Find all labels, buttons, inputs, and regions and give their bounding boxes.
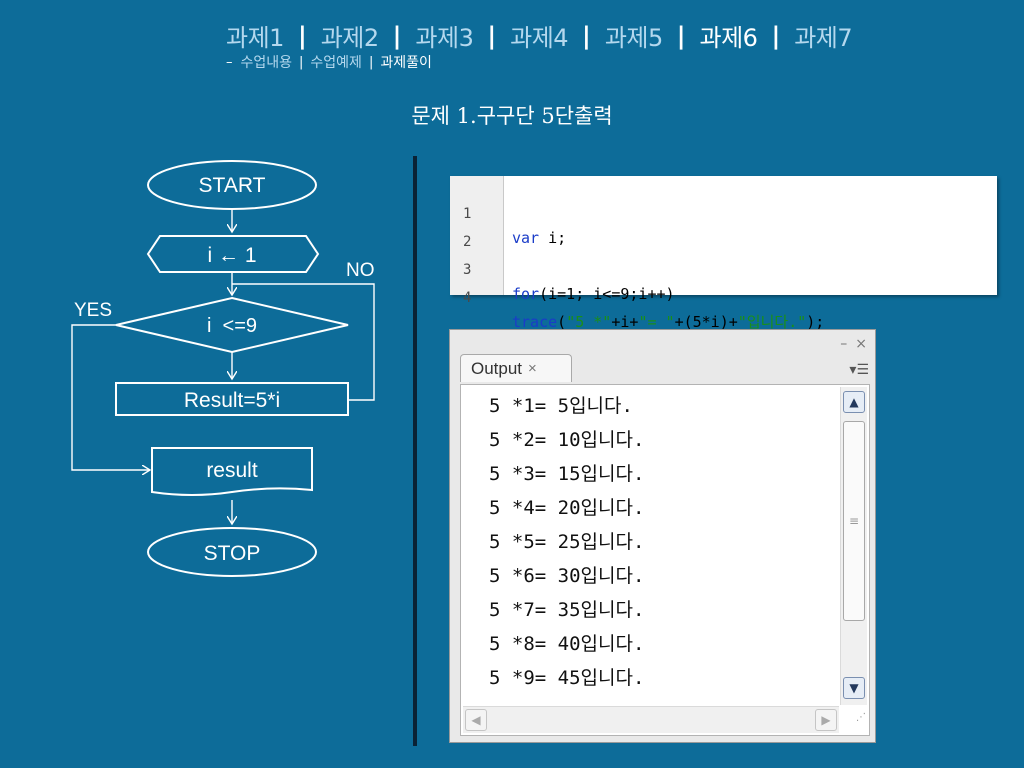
minimize-button[interactable]: –: [840, 336, 847, 352]
nav-tab-3[interactable]: 과제3: [415, 18, 473, 53]
yes-branch-arrow: [71, 324, 150, 470]
code-line: 2: [450, 206, 486, 250]
nav-tab-4[interactable]: 과제4: [510, 18, 568, 53]
output-line: 5 *1= 5입니다.: [489, 395, 633, 417]
code-text: i;: [539, 229, 567, 247]
flowchart: START i ← 1 NO i <=9 YES Result=5*i resu…: [71, 160, 375, 577]
output-line: 5 *4= 20입니다.: [489, 497, 645, 519]
output-line: 5 *2= 10입니다.: [489, 429, 645, 451]
code-line: 4 trace("5 *"+i+"= "+(5*i)+"입니다.");: [450, 262, 824, 331]
panel-menu-icon[interactable]: ▾☰: [849, 362, 869, 378]
scroll-right-icon[interactable]: ▶: [815, 709, 837, 731]
nav-tab-6[interactable]: 과제6: [700, 18, 758, 53]
no-label: NO: [346, 260, 375, 281]
code-keyword: for: [512, 285, 540, 303]
output-label: result: [206, 459, 258, 482]
nav-separator: |: [582, 21, 591, 50]
output-panel: – × Output × ▾☰ 5 *1= 5입니다. 5 *2= 10입니다.…: [449, 329, 876, 743]
code-line: 3 for(i=1; i<=9;i++): [450, 234, 675, 303]
output-line: 5 *7= 35입니다.: [489, 599, 645, 621]
scroll-left-icon[interactable]: ◀: [465, 709, 487, 731]
output-line: 5 *8= 40입니다.: [489, 633, 645, 655]
vertical-scrollbar[interactable]: ▲ ≡ ▼: [840, 387, 867, 705]
scroll-thumb[interactable]: ≡: [843, 421, 865, 621]
window-controls: – ×: [840, 336, 867, 352]
output-line: 5 *3= 15입니다.: [489, 463, 645, 485]
output-tab-label: Output: [471, 358, 523, 378]
output-line: 5 *5= 25입니다.: [489, 531, 645, 553]
output-line: 5 *6= 30입니다.: [489, 565, 645, 587]
output-line: 5 *9= 45입니다.: [489, 667, 645, 689]
scroll-down-icon[interactable]: ▼: [843, 677, 865, 699]
code-text: (i=1; i<=9;i++): [539, 285, 675, 303]
scroll-up-icon[interactable]: ▲: [843, 391, 865, 413]
close-panel-button[interactable]: ×: [855, 336, 867, 352]
nav-separator: |: [771, 21, 781, 50]
output-tab[interactable]: Output ×: [460, 354, 572, 382]
line-number: 4: [463, 290, 472, 306]
process-label: Result=5*i: [184, 389, 280, 412]
start-label: START: [199, 174, 266, 197]
code-line: 1 var i;: [450, 178, 566, 247]
stop-label: STOP: [204, 542, 261, 565]
nav-tab-5[interactable]: 과제5: [605, 18, 663, 53]
nav-separator: |: [487, 21, 497, 50]
yes-label: YES: [74, 300, 112, 321]
nav-separator: |: [676, 21, 686, 50]
init-label: i ← 1: [207, 244, 256, 267]
output-text-area[interactable]: 5 *1= 5입니다. 5 *2= 10입니다. 5 *3= 15입니다. 5 …: [460, 384, 870, 736]
condition-label: i <=9: [207, 315, 257, 337]
output-tab-close-icon[interactable]: ×: [528, 360, 537, 377]
resize-grip-icon[interactable]: ⋰: [846, 712, 866, 732]
nav-tab-7[interactable]: 과제7: [794, 18, 852, 53]
horizontal-scrollbar[interactable]: ◀ ▶: [463, 706, 839, 733]
vertical-divider: [413, 156, 417, 746]
code-editor: 1 var i; 2 3 for(i=1; i<=9;i++) 4 trace(…: [450, 176, 997, 331]
code-keyword: var: [512, 229, 540, 247]
